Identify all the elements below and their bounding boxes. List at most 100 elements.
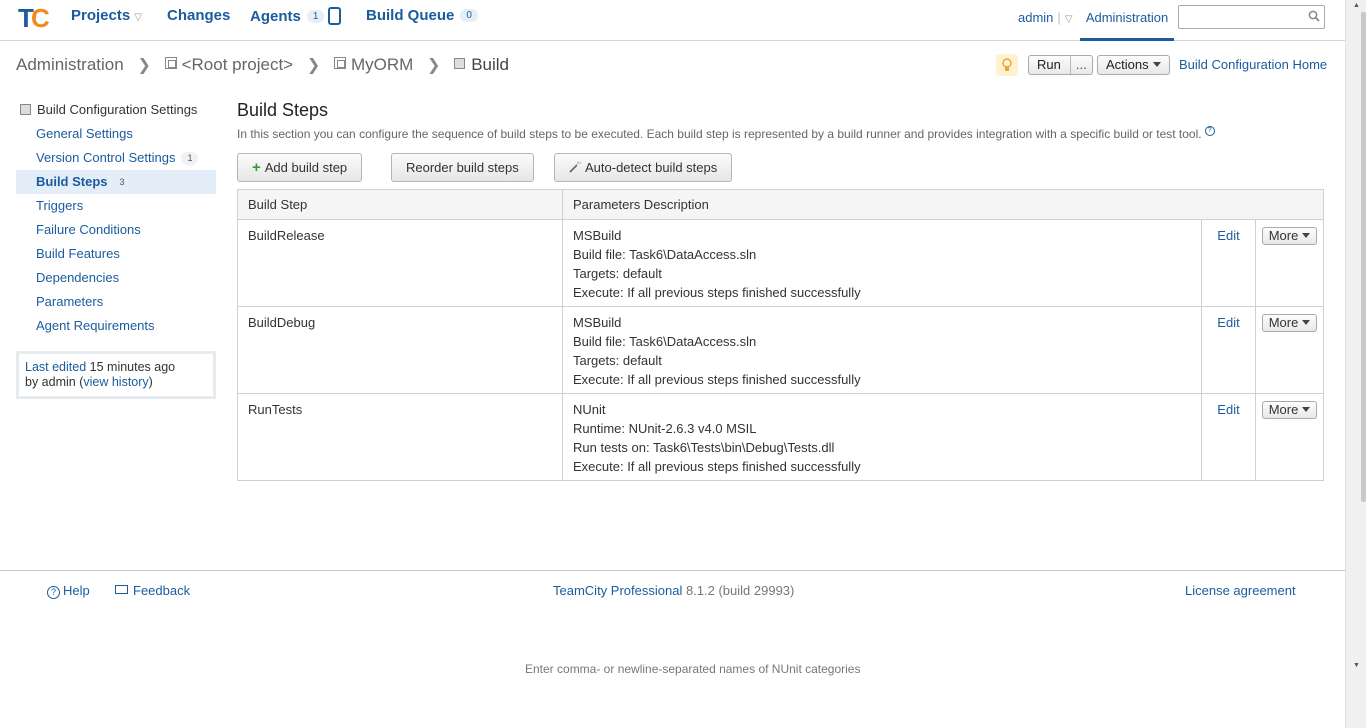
breadcrumb-administration[interactable]: Administration xyxy=(16,55,124,74)
sidebar-item-label[interactable]: Parameters xyxy=(36,294,103,309)
sidebar-item-parameters[interactable]: Parameters xyxy=(16,290,216,314)
sidebar-item-label[interactable]: Failure Conditions xyxy=(36,222,141,237)
sidebar-item-label[interactable]: Triggers xyxy=(36,198,83,213)
sidebar-item-label[interactable]: Dependencies xyxy=(36,270,119,285)
step-params: MSBuild Build file: Task6\DataAccess.sln… xyxy=(562,306,1202,394)
param-line: Targets: default xyxy=(573,266,662,281)
add-build-step-label[interactable]: Add build step xyxy=(265,160,347,175)
user-name[interactable]: admin xyxy=(1018,10,1053,25)
help-icon[interactable]: ? xyxy=(1204,126,1215,136)
chevron-down-icon[interactable] xyxy=(1302,407,1311,412)
chevron-down-icon[interactable]: ▽ xyxy=(1065,14,1073,25)
last-edited-link[interactable]: Last edited xyxy=(25,360,86,374)
license-agreement-link[interactable]: License agreement xyxy=(1185,583,1296,598)
edit-link[interactable]: Edit xyxy=(1217,315,1239,330)
reorder-build-steps-button[interactable]: Reorder build steps xyxy=(391,153,534,182)
page-footer: ? Help Feedback TeamCity Professional 8.1… xyxy=(0,570,1345,728)
sidebar-item-label[interactable]: Build Features xyxy=(36,246,120,261)
build-configuration-home-link[interactable]: Build Configuration Home xyxy=(1179,57,1327,72)
sidebar-item-label[interactable]: Build Steps xyxy=(36,174,108,189)
sidebar-item-build-steps[interactable]: Build Steps 3 xyxy=(16,170,216,194)
param-line: Targets: default xyxy=(573,353,662,368)
actions-label[interactable]: Actions xyxy=(1106,57,1149,72)
edit-cell: Edit xyxy=(1201,219,1256,307)
more-button[interactable]: More xyxy=(1261,227,1318,245)
more-cell: More xyxy=(1255,306,1324,394)
step-name-text[interactable]: BuildRelease xyxy=(248,228,325,243)
more-label[interactable]: More xyxy=(1269,402,1299,417)
build-queue-count-badge: 0 xyxy=(460,9,478,22)
sidebar-item-build-features[interactable]: Build Features xyxy=(16,242,216,266)
chevron-down-icon[interactable]: ▽ xyxy=(134,12,142,23)
chevron-down-icon[interactable] xyxy=(1302,233,1311,238)
sidebar-item-label[interactable]: General Settings xyxy=(36,126,133,141)
run-custom-button[interactable]: ... xyxy=(1071,56,1092,74)
step-name[interactable]: BuildRelease xyxy=(237,219,563,307)
step-name-text[interactable]: BuildDebug xyxy=(248,315,315,330)
auto-detect-build-steps-button[interactable]: Auto-detect build steps xyxy=(554,153,733,182)
footer-help-link[interactable]: ? Help xyxy=(47,583,90,599)
chevron-down-icon[interactable] xyxy=(1302,320,1311,325)
plus-icon: + xyxy=(252,159,261,176)
sidebar-item-label[interactable]: Version Control Settings xyxy=(36,150,175,165)
page-description: In this section you can configure the se… xyxy=(237,126,1324,141)
step-name-text[interactable]: RunTests xyxy=(248,402,302,417)
chevron-right-icon: ❯ xyxy=(306,57,321,74)
envelope-icon[interactable] xyxy=(115,585,128,594)
footer-help-label[interactable]: Help xyxy=(63,583,90,598)
edit-link[interactable]: Edit xyxy=(1217,402,1239,417)
help-icon[interactable]: ? xyxy=(47,586,60,599)
nav-build-queue[interactable]: Build Queue 0 xyxy=(366,7,478,24)
view-history-link[interactable]: view history xyxy=(83,375,148,389)
edit-link[interactable]: Edit xyxy=(1217,228,1239,243)
run-button[interactable]: Run... xyxy=(1028,55,1093,75)
step-params: MSBuild Build file: Task6\DataAccess.sln… xyxy=(562,219,1202,307)
more-label[interactable]: More xyxy=(1269,315,1299,330)
auto-detect-label[interactable]: Auto-detect build steps xyxy=(585,160,717,175)
separator: | xyxy=(1057,10,1061,25)
more-label[interactable]: More xyxy=(1269,228,1299,243)
search-icon[interactable] xyxy=(1308,10,1320,22)
step-name[interactable]: RunTests xyxy=(237,393,563,481)
top-navigation-bar: T C Projects ▽ Changes Agents 1 Build Queu… xyxy=(0,0,1345,41)
nav-agents-label[interactable]: Agents xyxy=(250,8,301,25)
column-header-parameters: Parameters Description xyxy=(562,189,1324,220)
search-input[interactable] xyxy=(1179,6,1299,28)
search-box[interactable] xyxy=(1178,5,1325,29)
add-build-step-button[interactable]: + Add build step xyxy=(237,153,363,182)
lightbulb-icon[interactable] xyxy=(996,54,1018,76)
nav-projects[interactable]: Projects ▽ xyxy=(71,7,142,24)
more-button[interactable]: More xyxy=(1261,314,1318,332)
product-version: 8.1.2 (build 29993) xyxy=(685,583,795,598)
nav-build-queue-label[interactable]: Build Queue xyxy=(366,7,454,24)
chevron-down-icon[interactable] xyxy=(1152,62,1161,67)
breadcrumb-root-project[interactable]: <Root project> xyxy=(182,55,294,74)
nav-agents[interactable]: Agents 1 xyxy=(250,7,342,25)
footer-feedback-link[interactable]: Feedback xyxy=(115,583,190,598)
more-button[interactable]: More xyxy=(1261,401,1318,419)
edit-cell: Edit xyxy=(1201,306,1256,394)
scroll-up-icon[interactable]: ▲ xyxy=(1353,2,1360,9)
administration-tab[interactable]: Administration xyxy=(1080,0,1174,41)
sidebar-item-agent-requirements[interactable]: Agent Requirements xyxy=(16,314,216,338)
scrollbar-thumb[interactable] xyxy=(1361,12,1366,502)
sidebar-item-label[interactable]: Agent Requirements xyxy=(36,318,155,333)
footer-feedback-label[interactable]: Feedback xyxy=(133,583,190,598)
teamcity-logo-icon[interactable]: T C xyxy=(18,3,52,33)
sidebar-item-triggers[interactable]: Triggers xyxy=(16,194,216,218)
actions-button[interactable]: Actions xyxy=(1097,55,1170,75)
agent-icon[interactable] xyxy=(328,7,342,25)
nav-projects-label[interactable]: Projects xyxy=(71,7,130,24)
sidebar-item-general-settings[interactable]: General Settings xyxy=(16,122,216,146)
sidebar-item-dependencies[interactable]: Dependencies xyxy=(16,266,216,290)
sidebar-item-failure-conditions[interactable]: Failure Conditions xyxy=(16,218,216,242)
vertical-scrollbar[interactable]: ▲ ▼ xyxy=(1345,0,1366,728)
scroll-down-icon[interactable]: ▼ xyxy=(1353,662,1360,669)
product-link[interactable]: TeamCity Professional xyxy=(553,583,682,598)
breadcrumb-myorm[interactable]: MyORM xyxy=(351,55,413,74)
run-label[interactable]: Run xyxy=(1029,56,1071,74)
step-name[interactable]: BuildDebug xyxy=(237,306,563,394)
sidebar-item-version-control-settings[interactable]: Version Control Settings 1 xyxy=(16,146,216,170)
user-menu[interactable]: admin | ▽ xyxy=(1018,10,1073,25)
nav-changes[interactable]: Changes xyxy=(167,7,230,24)
